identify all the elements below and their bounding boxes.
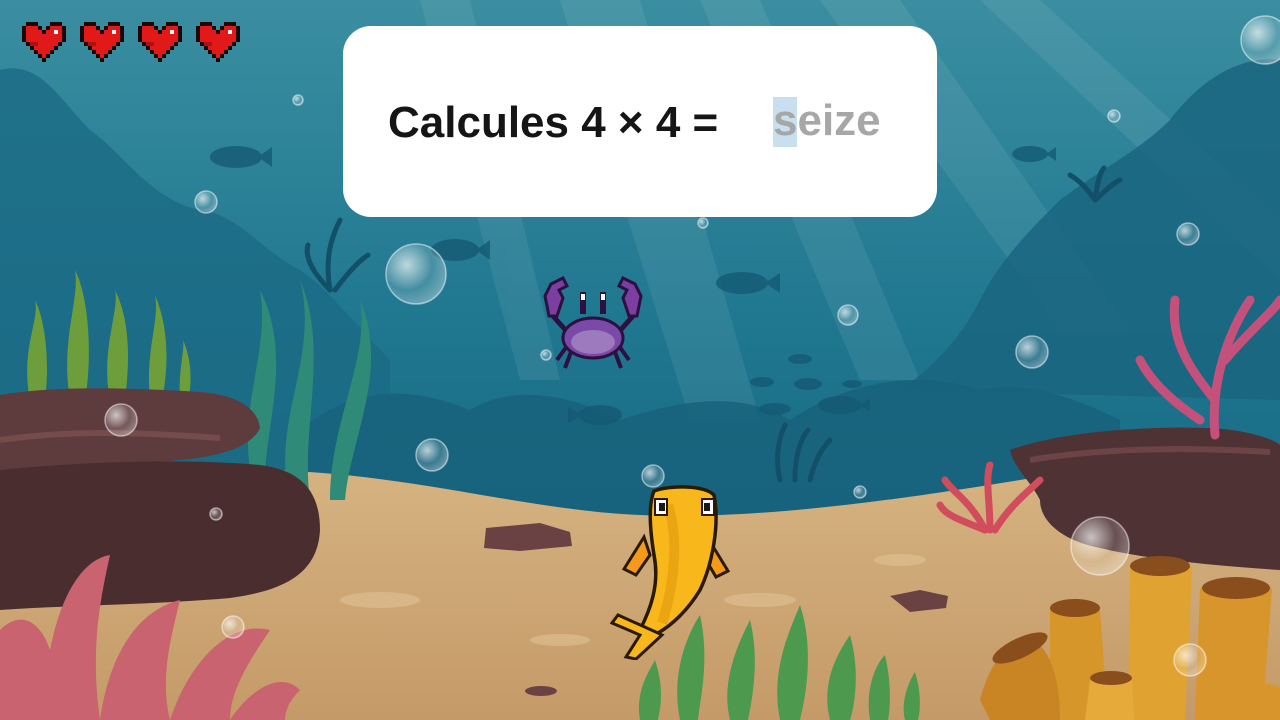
heart-icon xyxy=(22,22,66,62)
lives-display xyxy=(22,22,240,62)
heart-icon xyxy=(138,22,182,62)
heart-icon xyxy=(80,22,124,62)
rock-ledge-lower-left xyxy=(0,461,320,610)
fish-icon[interactable] xyxy=(610,485,734,660)
sand-pebble xyxy=(525,686,557,696)
question-card: Calcules 4 × 4 = xyxy=(343,26,937,217)
answer-field-wrapper[interactable] xyxy=(773,94,923,148)
question-prompt: Calcules 4 × 4 = xyxy=(388,98,719,147)
heart-icon xyxy=(196,22,240,62)
crab-icon xyxy=(543,276,643,369)
answer-input[interactable] xyxy=(773,94,923,148)
